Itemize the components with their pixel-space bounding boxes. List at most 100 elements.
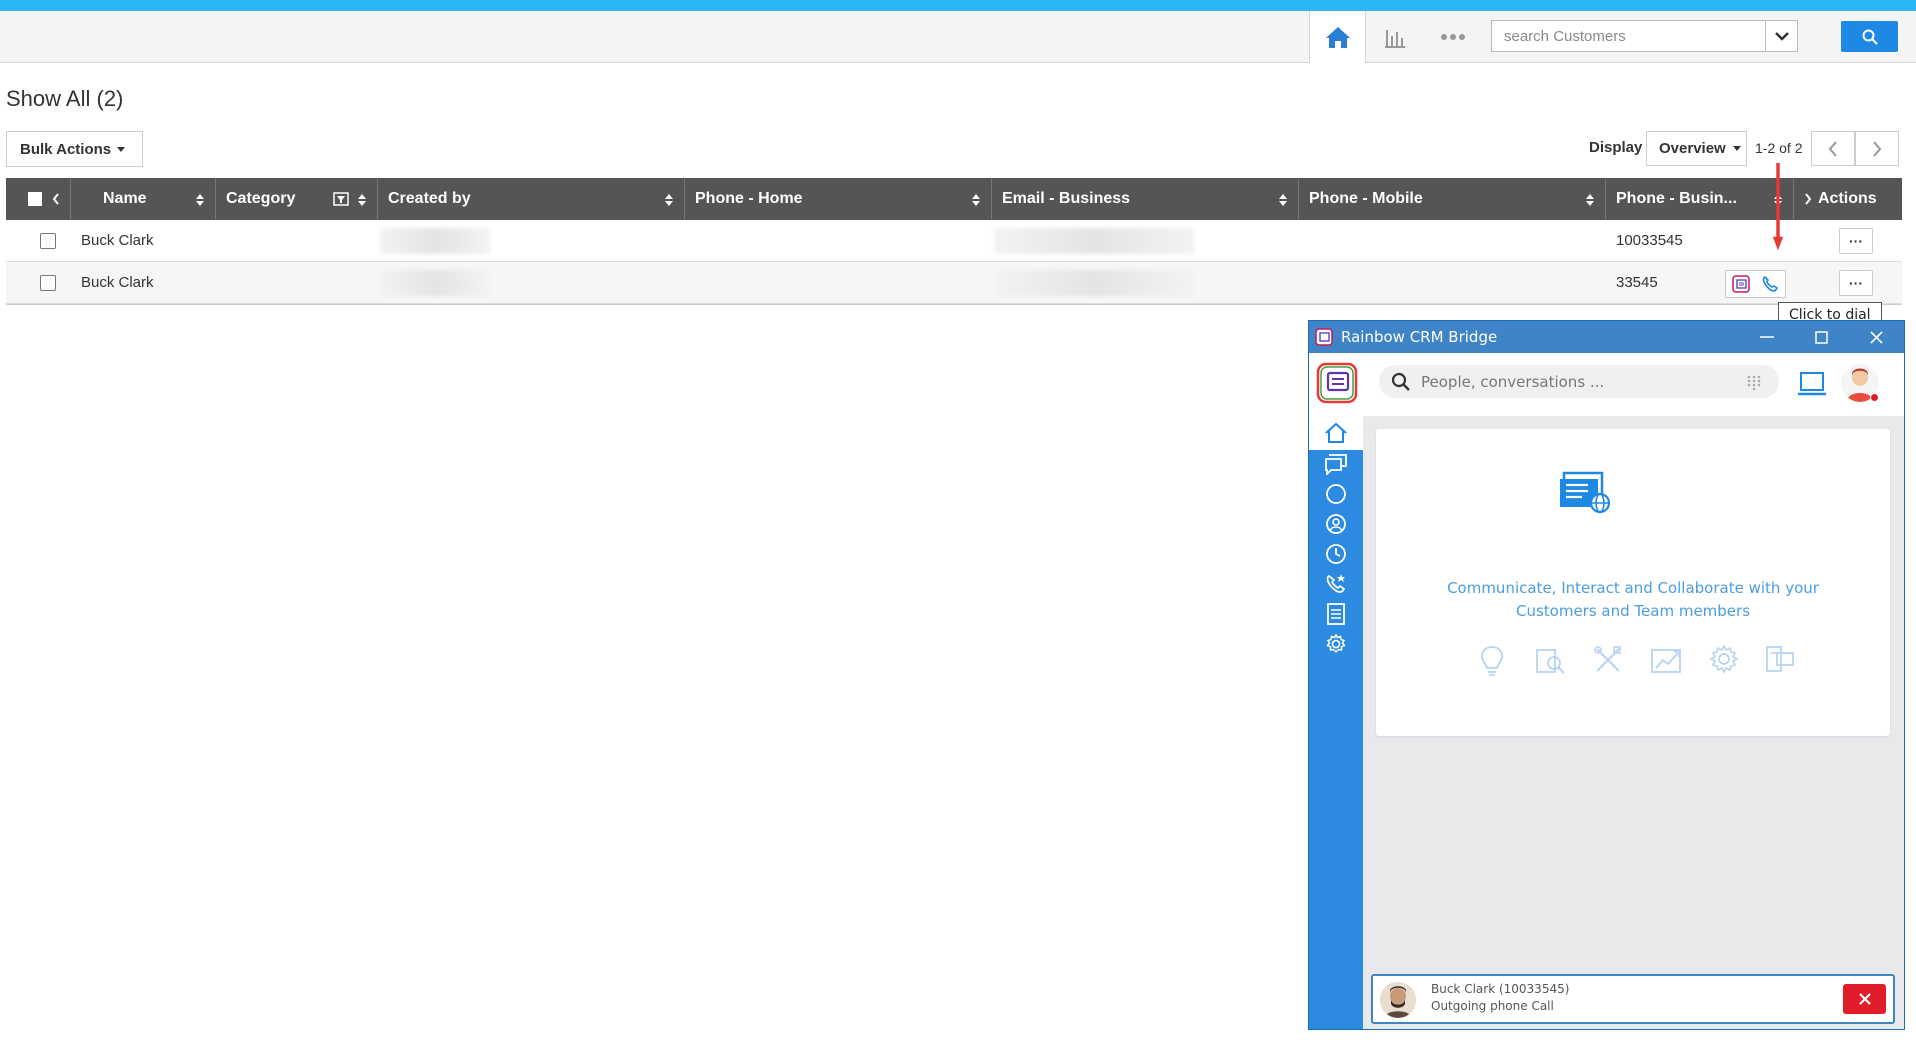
- hang-up-button[interactable]: [1843, 984, 1886, 1014]
- maximize-icon: [1815, 330, 1828, 344]
- caret-down-icon: [117, 146, 126, 152]
- welcome-card: Communicate, Interact and Collaborate wi…: [1376, 429, 1890, 736]
- search-button[interactable]: [1841, 21, 1898, 52]
- redacted-block: [994, 227, 1194, 254]
- col-header-name-label: Name: [103, 190, 147, 207]
- chat-icon: [1325, 454, 1347, 475]
- row-actions-button[interactable]: ···: [1839, 269, 1873, 296]
- chevron-right-icon: [1873, 140, 1882, 157]
- document-icon: [1327, 603, 1345, 625]
- row-checkbox[interactable]: [40, 274, 56, 291]
- col-header-phone-business-label: Phone - Busin...: [1616, 190, 1737, 207]
- dialpad-icon[interactable]: [1747, 375, 1761, 391]
- sidebar-item-history[interactable]: [1323, 541, 1349, 567]
- caret-down-icon: [1732, 146, 1741, 151]
- top-nav-bar: [0, 11, 1916, 63]
- redacted-block: [380, 269, 490, 296]
- chevron-left-icon[interactable]: [52, 193, 60, 205]
- home-icon: [1325, 422, 1347, 443]
- tools-icon: [1594, 646, 1622, 672]
- annotation-arrow: [1772, 163, 1784, 251]
- minimize-button[interactable]: [1739, 321, 1794, 353]
- chevron-down-icon: [1774, 32, 1789, 41]
- search-icon: [1391, 372, 1410, 391]
- sort-icon: [358, 194, 366, 206]
- call-status: Outgoing phone Call: [1431, 999, 1554, 1013]
- sidebar-item-contacts[interactable]: [1323, 511, 1349, 537]
- rainbow-top-bar: People, conversations ...: [1309, 353, 1904, 416]
- col-header-email-business-label: Email - Business: [1002, 190, 1131, 207]
- search-scope-dropdown[interactable]: [1765, 21, 1797, 51]
- col-header-actions[interactable]: Actions: [1794, 178, 1902, 220]
- sidebar-item-settings[interactable]: [1323, 631, 1349, 657]
- table-row[interactable]: Buck Clark 10033545 ···: [6, 220, 1902, 262]
- reports-button[interactable]: [1366, 11, 1423, 62]
- col-header-phone-home[interactable]: Phone - Home: [685, 178, 992, 220]
- table-row[interactable]: Buck Clark 33545 ···: [6, 262, 1902, 304]
- welcome-message: Communicate, Interact and Collaborate wi…: [1376, 577, 1890, 623]
- redacted-block: [994, 269, 1194, 296]
- presence-status-dot: [1870, 393, 1879, 402]
- home-button[interactable]: [1309, 11, 1366, 63]
- col-header-category[interactable]: Category: [216, 178, 378, 220]
- rainbow-search-placeholder: People, conversations ...: [1421, 372, 1605, 391]
- active-call-bar: Buck Clark (10033545) Outgoing phone Cal…: [1371, 974, 1895, 1024]
- maximize-button[interactable]: [1794, 321, 1849, 353]
- rainbow-search-field[interactable]: People, conversations ...: [1379, 365, 1779, 398]
- col-header-phone-business[interactable]: Phone - Busin...: [1606, 178, 1794, 220]
- redacted-block: [380, 227, 490, 254]
- screen-share-icon[interactable]: [1798, 371, 1826, 397]
- cell-name[interactable]: Buck Clark: [71, 262, 154, 303]
- sidebar-item-favorites[interactable]: [1323, 571, 1349, 597]
- customer-search: [1491, 20, 1798, 52]
- col-header-name[interactable]: Name: [71, 178, 216, 220]
- col-header-created-by[interactable]: Created by: [378, 178, 685, 220]
- col-header-email-business[interactable]: Email - Business: [992, 178, 1299, 220]
- research-icon: [1536, 649, 1565, 674]
- rainbow-logo-icon[interactable]: [1732, 275, 1750, 293]
- gear-icon: [1708, 644, 1739, 674]
- lightbulb-icon: [1480, 646, 1504, 676]
- bulk-actions-label: Bulk Actions: [20, 140, 112, 158]
- devices-icon: [1766, 646, 1794, 672]
- gear-icon: [1326, 633, 1346, 654]
- sidebar-item-home[interactable]: [1323, 420, 1349, 446]
- rainbow-logo-icon[interactable]: [1316, 362, 1358, 404]
- growth-chart-icon: [1650, 649, 1681, 673]
- col-header-category-label: Category: [226, 190, 296, 207]
- more-icon: [1440, 33, 1465, 40]
- sidebar-item-bubbles[interactable]: [1323, 481, 1349, 507]
- sidebar-item-notes[interactable]: [1323, 601, 1349, 627]
- chevron-right-icon: [1805, 193, 1812, 205]
- bubble-icon: [1326, 484, 1346, 504]
- col-header-phone-mobile[interactable]: Phone - Mobile: [1299, 178, 1606, 220]
- close-icon: [1870, 330, 1883, 344]
- row-actions-button[interactable]: ···: [1839, 227, 1873, 254]
- grid-footer-line: [6, 304, 1902, 305]
- cell-phone-business[interactable]: 33545: [1606, 262, 1658, 303]
- next-page-button[interactable]: [1855, 131, 1899, 166]
- cell-name[interactable]: Buck Clark: [71, 220, 154, 261]
- row-checkbox[interactable]: [40, 232, 56, 249]
- more-button[interactable]: [1424, 11, 1481, 62]
- phone-icon[interactable]: [1761, 275, 1779, 293]
- col-header-phone-home-label: Phone - Home: [695, 190, 803, 207]
- select-all-checkbox[interactable]: [28, 192, 42, 206]
- row-checkbox-cell: [30, 220, 56, 261]
- rainbow-window-title: Rainbow CRM Bridge: [1341, 328, 1498, 346]
- close-window-button[interactable]: [1849, 321, 1904, 353]
- cell-email-business: [984, 220, 1194, 261]
- cell-actions: ···: [1829, 220, 1873, 261]
- bulk-actions-button[interactable]: Bulk Actions: [6, 131, 143, 167]
- filter-icon[interactable]: [333, 192, 349, 206]
- rainbow-crm-bridge-window: Rainbow CRM Bridge People, conversations…: [1308, 320, 1905, 1030]
- prev-page-button[interactable]: [1811, 131, 1855, 166]
- sort-icon: [665, 194, 673, 206]
- sort-icon: [972, 194, 980, 206]
- pager-info: 1-2 of 2: [1755, 140, 1803, 156]
- call-contact-name: Buck Clark (10033545): [1431, 982, 1570, 996]
- customer-search-input[interactable]: [1492, 21, 1762, 51]
- sidebar-item-conversations[interactable]: [1323, 451, 1349, 477]
- cell-phone-business[interactable]: 10033545: [1606, 220, 1683, 261]
- display-select[interactable]: Overview: [1646, 131, 1747, 166]
